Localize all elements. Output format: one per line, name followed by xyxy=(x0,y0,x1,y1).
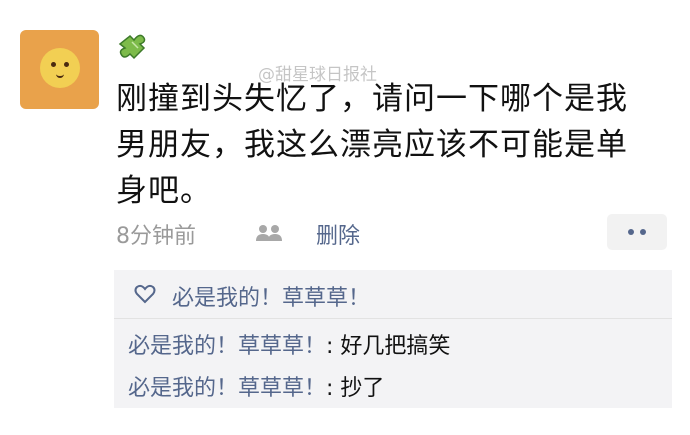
more-icon-dot xyxy=(640,229,646,235)
avatar-eye-left xyxy=(51,62,56,67)
comment-author[interactable]: 必是我的！草草草！ xyxy=(128,334,326,359)
comment-box: 必是我的！草草草！ 必是我的！草草草！: 好几把搞笑 必是我的！草草草！: 抄了 xyxy=(114,270,672,408)
comment-item[interactable]: 必是我的！草草草！: 好几把搞笑 xyxy=(128,328,450,360)
puzzle-icon xyxy=(118,34,146,60)
comment-author[interactable]: 必是我的！草草草！ xyxy=(128,376,326,401)
comment-separator: : xyxy=(326,334,341,359)
post-time: 8分钟前 xyxy=(116,224,196,249)
avatar-face xyxy=(40,48,80,88)
avatar-mouth xyxy=(56,72,64,78)
comment-separator: : xyxy=(326,376,341,401)
comment-item[interactable]: 必是我的！草草草！: 抄了 xyxy=(128,370,384,402)
more-button[interactable] xyxy=(607,214,667,250)
post-text: 刚撞到头失忆了，请问一下哪个是我男朋友，我这么漂亮应该不可能是单身吧。 xyxy=(116,81,628,209)
avatar-eye-right xyxy=(64,62,69,67)
comment-text: 抄了 xyxy=(340,376,385,401)
delete-button[interactable]: 删除 xyxy=(316,218,360,250)
likes-user-link[interactable]: 必是我的！草草草！ xyxy=(172,280,370,312)
heart-icon xyxy=(134,284,156,304)
more-icon-dot xyxy=(628,229,634,235)
people-icon[interactable] xyxy=(254,224,284,242)
likes-row: 必是我的！草草草！ xyxy=(114,270,672,319)
avatar[interactable] xyxy=(20,30,99,109)
comment-text: 好几把搞笑 xyxy=(340,334,451,359)
